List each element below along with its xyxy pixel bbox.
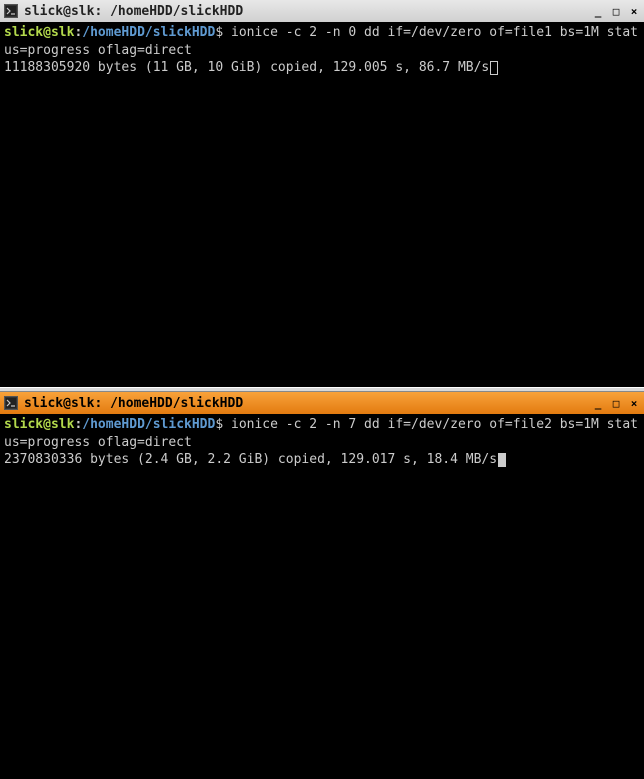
maximize-button[interactable]: □ [610,5,622,17]
prompt-user: slick@slk [4,25,74,40]
terminal-icon [4,4,18,18]
output-text: 11188305920 bytes (11 GB, 10 GiB) copied… [4,60,489,75]
cursor-icon [498,453,506,467]
minimize-button[interactable]: _ [592,5,604,17]
terminal-body-2[interactable]: slick@slk:/homeHDD/slickHDD$ ionice -c 2… [0,414,644,779]
output-text: 2370830336 bytes (2.4 GB, 2.2 GiB) copie… [4,452,497,467]
terminal-window-2: slick@slk: /homeHDD/slickHDD _ □ × slick… [0,392,644,779]
close-button[interactable]: × [628,5,640,17]
window-title: slick@slk: /homeHDD/slickHDD [24,4,592,19]
window-controls: _ □ × [592,5,640,17]
terminal-body-1[interactable]: slick@slk:/homeHDD/slickHDD$ ionice -c 2… [0,22,644,387]
window-controls: _ □ × [592,397,640,409]
cursor-icon [490,61,498,75]
terminal-window-1: slick@slk: /homeHDD/slickHDD _ □ × slick… [0,0,644,387]
terminal-icon [4,396,18,410]
titlebar-1[interactable]: slick@slk: /homeHDD/slickHDD _ □ × [0,0,644,22]
maximize-button[interactable]: □ [610,397,622,409]
prompt-path: /homeHDD/slickHDD [82,25,215,40]
prompt-dollar: $ [215,25,223,40]
prompt-path: /homeHDD/slickHDD [82,417,215,432]
minimize-button[interactable]: _ [592,397,604,409]
prompt-user: slick@slk [4,417,74,432]
titlebar-2[interactable]: slick@slk: /homeHDD/slickHDD _ □ × [0,392,644,414]
close-button[interactable]: × [628,397,640,409]
window-title: slick@slk: /homeHDD/slickHDD [24,396,592,411]
prompt-dollar: $ [215,417,223,432]
